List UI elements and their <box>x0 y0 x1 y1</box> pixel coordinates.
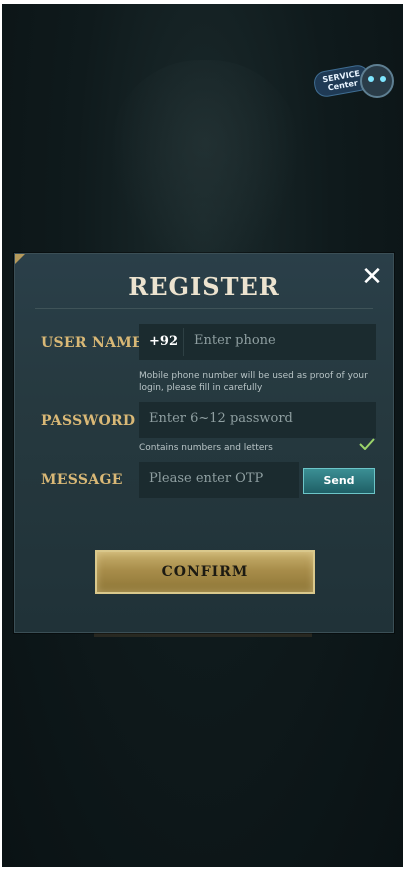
country-code-divider <box>183 328 184 356</box>
password-input[interactable]: Enter 6~12 password <box>149 411 293 426</box>
otp-field[interactable]: Please enter OTP <box>139 462 299 498</box>
bottom-edge <box>0 867 407 873</box>
country-code[interactable]: +92 <box>149 334 178 349</box>
password-label: PASSWORD <box>41 413 136 429</box>
phone-hint: Mobile phone number will be used as proo… <box>139 371 368 393</box>
close-icon[interactable]: ✕ <box>359 264 385 290</box>
send-otp-button[interactable]: Send <box>303 468 375 494</box>
register-dialog: REGISTER ✕ USER NAME +92 Enter phone Mob… <box>14 253 394 633</box>
robot-icon <box>360 64 394 98</box>
username-label: USER NAME <box>41 335 144 351</box>
confirm-button[interactable]: CONFIRM <box>95 550 315 594</box>
password-field[interactable]: Enter 6~12 password <box>139 402 376 438</box>
top-edge <box>0 0 407 4</box>
password-hint: Contains numbers and letters <box>139 443 273 453</box>
otp-input[interactable]: Please enter OTP <box>149 471 263 486</box>
left-edge <box>0 0 2 873</box>
dialog-title: REGISTER <box>128 272 280 301</box>
corner-ornament <box>15 254 25 264</box>
message-label: MESSAGE <box>41 472 123 488</box>
title-divider <box>35 308 373 309</box>
background-helmet-silhouette <box>110 60 300 270</box>
phone-input[interactable]: Enter phone <box>194 333 276 348</box>
right-edge <box>403 0 407 873</box>
phone-field[interactable]: +92 Enter phone <box>139 324 376 360</box>
check-icon <box>359 438 375 450</box>
service-center-button[interactable]: SERVICE Center <box>312 62 394 100</box>
